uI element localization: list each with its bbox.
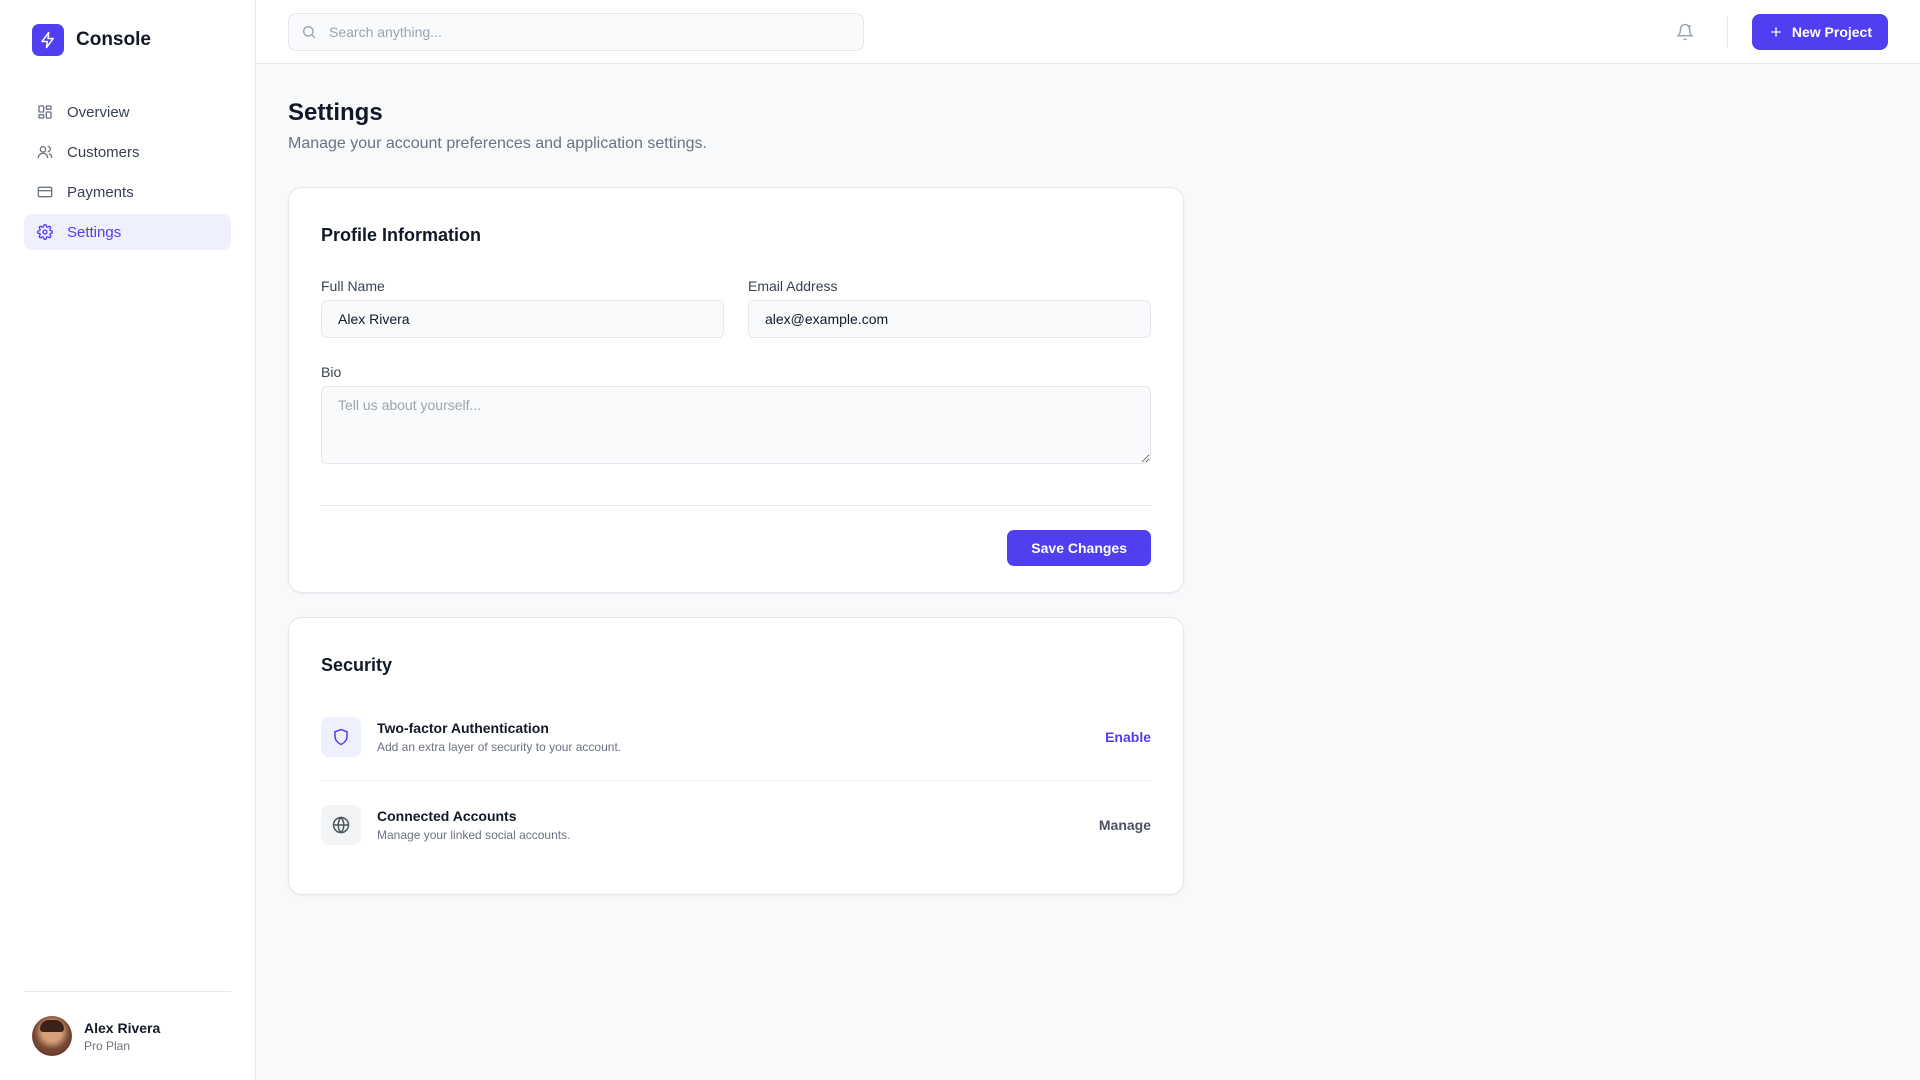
bio-label: Bio [321,364,342,380]
user-profile[interactable]: Alex Rivera Pro Plan [24,991,231,1080]
content: Settings Manage your account preferences… [256,64,1920,927]
grid-icon [37,104,53,120]
bell-icon[interactable] [1667,14,1703,50]
profile-card: Profile Information Full Name Email Addr… [288,187,1184,593]
full-name-field: Full Name [321,278,724,338]
sidebar-item-label: Overview [67,103,130,121]
security-row-desc: Add an extra layer of security to your a… [377,740,622,754]
security-row-2fa: Two-factor Authentication Add an extra l… [321,708,1151,766]
gear-icon [37,224,53,240]
profile-card-title: Profile Information [321,225,482,245]
sidebar-item-label: Settings [67,223,122,241]
save-changes-button[interactable]: Save Changes [1007,530,1151,566]
new-project-button[interactable]: New Project [1751,13,1888,50]
sidebar-item-label: Payments [67,183,134,201]
email-input[interactable] [748,300,1151,338]
full-name-label: Full Name [321,278,385,294]
security-row-title: Connected Accounts [377,807,517,824]
bio-field: Bio [321,364,1151,469]
profile-form-row: Full Name Email Address [321,278,1151,338]
brand[interactable]: Console [24,20,231,60]
full-name-input[interactable] [321,300,724,338]
security-row-title: Two-factor Authentication [377,720,549,736]
globe-icon [321,804,361,845]
page-title: Settings [288,99,383,126]
profile-name: Alex Rivera [84,1019,161,1036]
security-row-connected: Connected Accounts Manage your linked so… [321,780,1151,854]
users-icon [37,144,53,160]
new-project-label: New Project [1791,23,1872,40]
security-list: Two-factor Authentication Add an extra l… [321,708,1151,854]
plus-icon [1771,26,1781,37]
topbar: New Project [256,0,1920,64]
card-actions: Save Changes [321,530,1151,566]
main-area: New Project Settings Manage your account… [256,0,1920,1080]
shield-icon [321,717,361,757]
sidebar-item-overview[interactable]: Overview [24,94,231,130]
email-field: Email Address [748,278,1151,338]
enable-2fa-button[interactable]: Enable [1105,729,1151,745]
profile-text: Alex Rivera Pro Plan [84,1020,160,1053]
avatar [32,1016,72,1056]
sidebar-nav: Overview Customers Payments Settings [24,94,231,250]
sidebar-item-settings[interactable]: Settings [24,214,231,250]
brand-name: Console [76,29,151,50]
sidebar-item-label: Customers [67,143,140,161]
profile-plan: Pro Plan [84,1038,131,1053]
security-card: Security Two-factor Authentication Add a… [288,617,1184,895]
search-input[interactable] [329,23,829,40]
security-row-text: Two-factor Authentication Add an extra l… [377,720,1105,754]
security-row-text: Connected Accounts Manage your linked so… [377,808,1099,842]
card-divider [321,505,1151,506]
sidebar: Console Overview Customers Payments Sett… [0,0,256,1080]
search-icon [301,24,317,40]
bio-textarea[interactable] [321,386,1151,464]
email-label: Email Address [748,278,838,294]
search-bar[interactable] [288,12,864,51]
lightning-icon [32,24,64,56]
manage-accounts-button[interactable]: Manage [1099,817,1151,833]
sidebar-item-customers[interactable]: Customers [24,134,231,170]
topbar-divider [1726,15,1728,48]
app-root: Console Overview Customers Payments Sett… [0,0,1920,1080]
credit-card-icon [37,184,53,200]
security-row-desc: Manage your linked social accounts. [377,827,571,842]
page-subtitle: Manage your account preferences and appl… [288,135,707,152]
sidebar-item-payments[interactable]: Payments [24,174,231,210]
security-card-title: Security [321,655,393,675]
